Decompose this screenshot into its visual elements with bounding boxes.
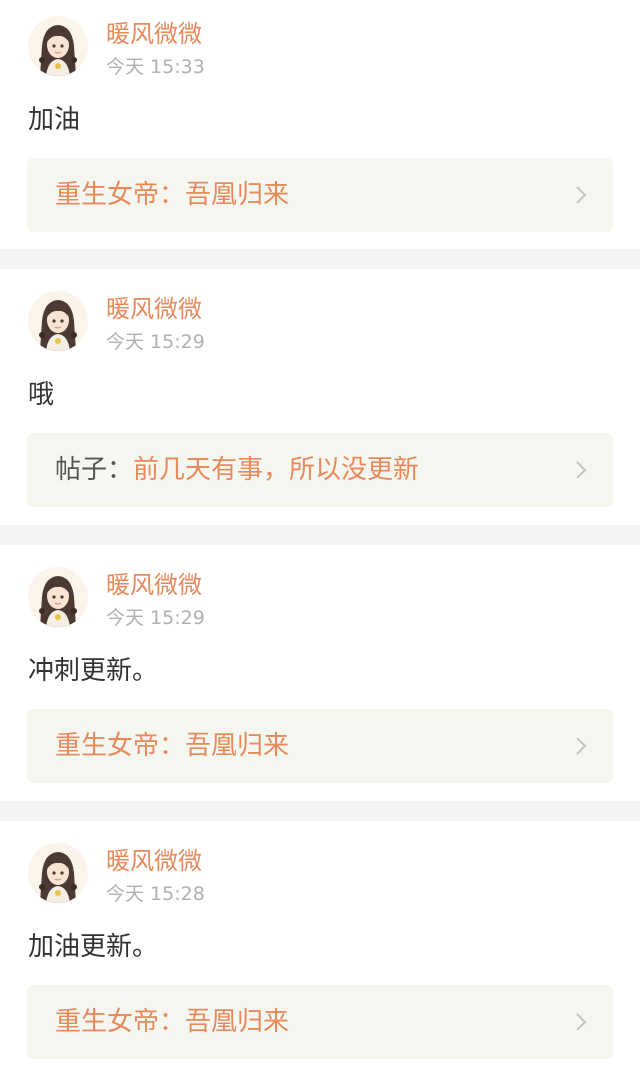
comment-card: 暖风微微 今天 15:29 哦 帖子：前几天有事，所以没更新	[0, 269, 640, 525]
timestamp: 今天 15:28	[106, 883, 205, 905]
avatar-illustration-icon	[28, 843, 88, 903]
avatar-illustration-icon	[28, 291, 88, 351]
comment-feed: 暖风微微 今天 15:33 加油 重生女帝：吾凰归来 暖风微微 今天 15:29…	[0, 0, 640, 1077]
comment-text: 加油	[28, 105, 81, 135]
avatar[interactable]	[28, 843, 88, 903]
source-link[interactable]: 重生女帝：吾凰归来	[27, 709, 613, 783]
avatar[interactable]	[28, 291, 88, 351]
username[interactable]: 暖风微微	[106, 295, 202, 323]
comment-card: 暖风微微 今天 15:33 加油 重生女帝：吾凰归来	[0, 0, 640, 249]
source-link-text: 重生女帝：吾凰归来	[55, 730, 289, 762]
timestamp: 今天 15:29	[106, 607, 205, 629]
timestamp: 今天 15:29	[106, 331, 205, 353]
source-link-prefix: 重生女帝：	[55, 1007, 186, 1037]
source-link-title: 吾凰归来	[185, 180, 290, 210]
source-link-title: 吾凰归来	[185, 731, 290, 761]
source-link-text: 重生女帝：吾凰归来	[55, 1006, 289, 1038]
comment-text: 冲刺更新。	[28, 656, 159, 686]
source-link-title: 吾凰归来	[185, 1007, 290, 1037]
comment-text: 加油更新。	[28, 932, 159, 962]
source-link-prefix: 重生女帝：	[55, 180, 186, 210]
comment-card: 暖风微微 今天 15:28 加油更新。 重生女帝：吾凰归来	[0, 821, 640, 1077]
source-link-text: 重生女帝：吾凰归来	[55, 179, 289, 211]
source-link-title: 前几天有事，所以没更新	[133, 455, 420, 485]
timestamp: 今天 15:33	[106, 56, 205, 78]
avatar-illustration-icon	[28, 16, 88, 76]
comment-text: 哦	[28, 380, 55, 410]
chevron-right-icon	[576, 461, 587, 479]
avatar[interactable]	[28, 567, 88, 627]
source-link-text: 帖子：前几天有事，所以没更新	[55, 454, 419, 486]
avatar[interactable]	[28, 16, 88, 76]
source-link[interactable]: 重生女帝：吾凰归来	[27, 158, 613, 232]
chevron-right-icon	[576, 737, 587, 755]
username[interactable]: 暖风微微	[106, 571, 202, 599]
username[interactable]: 暖风微微	[106, 847, 202, 875]
chevron-right-icon	[576, 186, 587, 204]
username[interactable]: 暖风微微	[106, 20, 202, 48]
source-link-prefix: 帖子：	[55, 455, 134, 485]
comment-card: 暖风微微 今天 15:29 冲刺更新。 重生女帝：吾凰归来	[0, 545, 640, 801]
source-link-prefix: 重生女帝：	[55, 731, 186, 761]
source-link[interactable]: 帖子：前几天有事，所以没更新	[27, 433, 613, 507]
chevron-right-icon	[576, 1013, 587, 1031]
avatar-illustration-icon	[28, 567, 88, 627]
source-link[interactable]: 重生女帝：吾凰归来	[27, 985, 613, 1059]
